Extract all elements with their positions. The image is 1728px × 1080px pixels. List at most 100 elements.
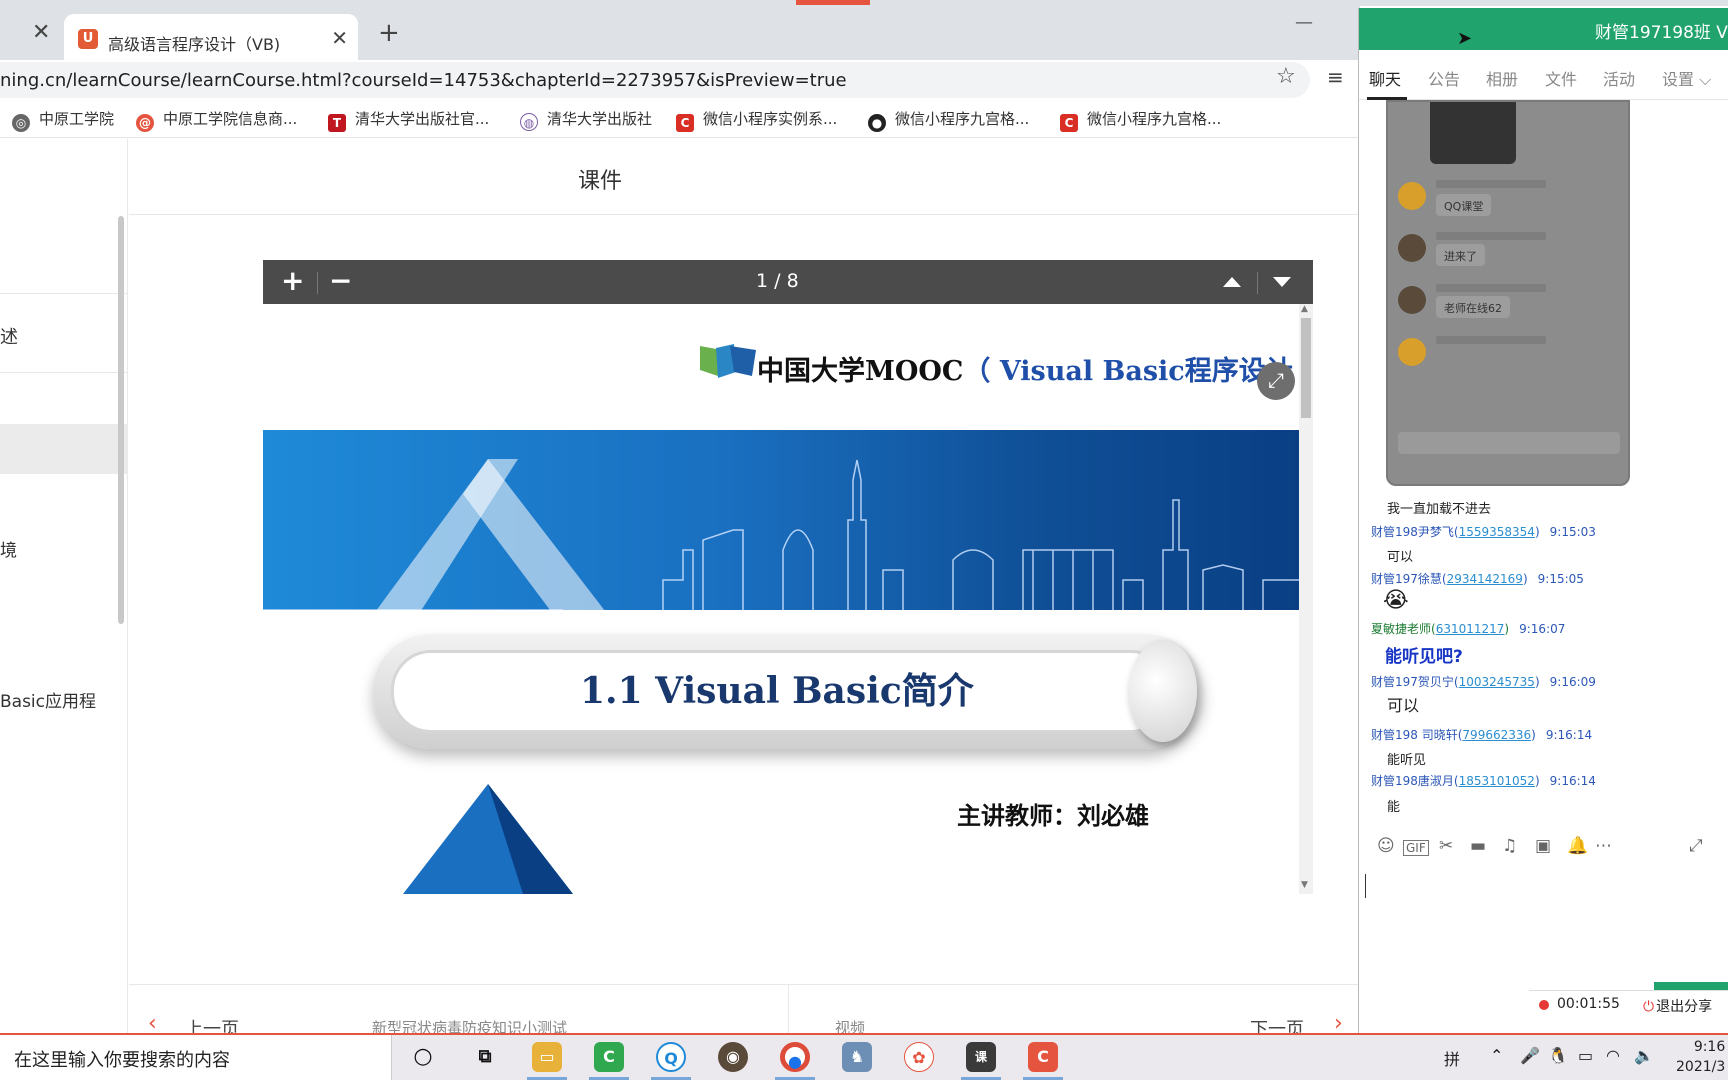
bookmark-item[interactable]: ◎ 中原工学院 (12, 108, 114, 132)
tab-activity[interactable]: 活动 (1603, 66, 1635, 90)
swirl-icon: @ (136, 114, 154, 132)
classroom-app-icon[interactable]: 课 (966, 1042, 996, 1072)
bookmark-item[interactable]: ● 微信小程序九宫格... (868, 108, 1029, 132)
shared-screenshot-image[interactable]: QQ课堂 进来了 老师在线62 (1386, 100, 1630, 486)
message-time: 9:15:05 (1537, 572, 1584, 586)
sidebar-item[interactable]: 境 (0, 536, 17, 561)
sender-name: 财管198唐淑月 (1371, 774, 1454, 788)
divider (1257, 272, 1258, 294)
battery-icon[interactable]: ▭ (1578, 1046, 1593, 1065)
fullscreen-icon[interactable]: ⤢ (1257, 362, 1295, 400)
sender-qq-link[interactable]: 2934142169 (1447, 572, 1523, 586)
tab-active[interactable]: U 高级语言程序设计（VB) ✕ (64, 14, 358, 66)
screenshot-region (1430, 102, 1516, 164)
zoom-in-button[interactable]: + (281, 264, 304, 297)
sidebar-item[interactable]: Basic应用程 (0, 687, 96, 712)
capsule-knob (1129, 640, 1197, 742)
previous-page-icon[interactable] (1223, 277, 1241, 287)
zoom-out-button[interactable]: − (329, 264, 352, 297)
media-icon[interactable]: ◉ (718, 1042, 748, 1072)
feather-app-icon[interactable]: ✿ (904, 1042, 934, 1072)
qq-header[interactable]: 财管197198班 VB ➤ (1359, 8, 1728, 50)
exit-share-button[interactable]: ⏻ 退出分享 (1643, 996, 1712, 1016)
sender-qq-link[interactable]: 631011217 (1436, 622, 1505, 636)
message-text: 能 (1387, 800, 1401, 815)
scroll-up-icon[interactable]: ▲ (1301, 304, 1308, 314)
new-tab-icon[interactable]: + (378, 18, 400, 48)
scrollbar-thumb[interactable] (1301, 318, 1311, 418)
bookmarks-bar: ◎ 中原工学院 @ 中原工学院信息商... T 清华大学出版社官... ◍ 清华大学出版… (0, 102, 1360, 138)
viewer-scrollbar[interactable]: ▲ ▼ (1299, 304, 1313, 894)
tab-files[interactable]: 文件 (1545, 66, 1577, 90)
message-sender: 财管198 司晓轩(799662336) 9:16:14 (1371, 728, 1593, 742)
taskbar-search-placeholder: 在这里输入你要搜索的内容 (14, 1050, 230, 1071)
minimize-icon[interactable]: — (1295, 12, 1313, 33)
image-icon[interactable]: ▣ (1535, 836, 1551, 856)
sidebar-scrollbar[interactable] (118, 216, 124, 624)
message-text: 能听见吧? (1385, 647, 1463, 667)
tab-chat[interactable]: 聊天 (1369, 66, 1401, 90)
task-view-icon[interactable]: ⧉ (470, 1042, 500, 1072)
message-time: 9:16:09 (1549, 675, 1596, 689)
message-input[interactable] (1359, 866, 1728, 986)
qq-input-toolbar: ☺ GIF ✂ ▬ ♫ ▣ 🔔 ⋯ ⤢ (1359, 830, 1728, 866)
ime-indicator[interactable]: 拼 (1444, 1046, 1460, 1070)
bookmark-item[interactable]: C 微信小程序实例系... (676, 108, 837, 132)
sender-qq-link[interactable]: 1853101052 (1459, 774, 1535, 788)
github-icon: ● (868, 114, 886, 132)
qq-browser-icon[interactable]: Q (656, 1042, 686, 1072)
sender-name: 夏敏捷老师 (1371, 622, 1432, 636)
next-page-icon[interactable] (1273, 277, 1291, 287)
qq-tabs: 聊天 公告 相册 文件 活动 设置 ⌵ (1359, 50, 1728, 100)
sidebar-item[interactable]: 述 (0, 323, 18, 349)
gif-icon[interactable]: GIF (1403, 840, 1429, 856)
globe-icon: ◎ (12, 114, 30, 132)
bookmark-item[interactable]: T 清华大学出版社官... (328, 108, 489, 132)
camtasia-icon[interactable]: C (594, 1042, 624, 1072)
reading-list-icon[interactable]: ≡ (1327, 65, 1344, 89)
bookmark-item[interactable]: @ 中原工学院信息商... (136, 108, 297, 132)
close-icon[interactable]: ✕ (32, 20, 50, 45)
folder-icon[interactable]: ▬ (1470, 836, 1486, 856)
qq-chat-window: 财管197198班 VB ➤ 聊天 公告 相册 文件 活动 设置 ⌵ QQ课堂 … (1358, 8, 1728, 1033)
emoji-icon[interactable]: ☺ (1377, 836, 1395, 856)
sender-qq-link[interactable]: 1003245735 (1459, 675, 1535, 689)
screenshot-region (1398, 432, 1620, 454)
file-explorer-icon[interactable]: ▭ (532, 1042, 562, 1072)
scissors-icon[interactable]: ✂ (1439, 836, 1453, 856)
tab-settings[interactable]: 设置 ⌵ (1662, 66, 1711, 90)
sender-qq-link[interactable]: 1559358354 (1459, 525, 1535, 539)
bookmark-label: 清华大学出版社 (547, 110, 653, 128)
address-bar: ning.cn/learnCourse/learnCourse.html?cou… (0, 60, 1360, 102)
url-field[interactable]: ning.cn/learnCourse/learnCourse.html?cou… (0, 62, 1310, 98)
bookmark-item[interactable]: C 微信小程序九宫格... (1060, 108, 1221, 132)
volume-icon[interactable]: 🔈 (1634, 1046, 1654, 1065)
bell-icon[interactable]: 🔔 (1567, 836, 1588, 856)
wifi-icon[interactable]: ◠ (1606, 1046, 1620, 1065)
sender-qq-link[interactable]: 799662336 (1462, 728, 1531, 742)
cortana-icon[interactable]: ○ (408, 1042, 438, 1072)
bookmark-label: 中原工学院 (39, 110, 115, 128)
tab-notice[interactable]: 公告 (1428, 66, 1460, 90)
bookmark-item[interactable]: ◍ 清华大学出版社 (520, 108, 652, 131)
clock[interactable]: 9:16 2021/3 (1676, 1037, 1725, 1077)
qq-tray-icon[interactable]: 🐧 (1548, 1046, 1568, 1065)
expand-icon[interactable]: ⤢ (1689, 836, 1703, 856)
close-icon[interactable]: ✕ (331, 26, 348, 50)
slide-author: 主讲教师：刘必雄 (957, 801, 1149, 830)
star-icon[interactable]: ☆ (1276, 64, 1296, 89)
seal-icon: ◍ (520, 113, 538, 131)
taskbar-search[interactable]: 在这里输入你要搜索的内容 (0, 1035, 392, 1080)
divider (0, 372, 128, 373)
tab-album[interactable]: 相册 (1486, 66, 1518, 90)
camtasia-recorder-icon[interactable]: C (1028, 1042, 1058, 1072)
microphone-icon[interactable]: 🎤 (1520, 1046, 1540, 1065)
scroll-down-icon[interactable]: ▼ (1301, 880, 1308, 890)
app-icon[interactable]: ♞ (842, 1042, 872, 1072)
chrome-icon[interactable]: ● (780, 1042, 810, 1072)
music-icon[interactable]: ♫ (1502, 836, 1517, 856)
more-icon[interactable]: ⋯ (1595, 836, 1612, 856)
divider (788, 985, 789, 1033)
sidebar-item-selected[interactable] (0, 424, 128, 474)
chevron-up-icon[interactable]: ⌃ (1490, 1046, 1503, 1065)
